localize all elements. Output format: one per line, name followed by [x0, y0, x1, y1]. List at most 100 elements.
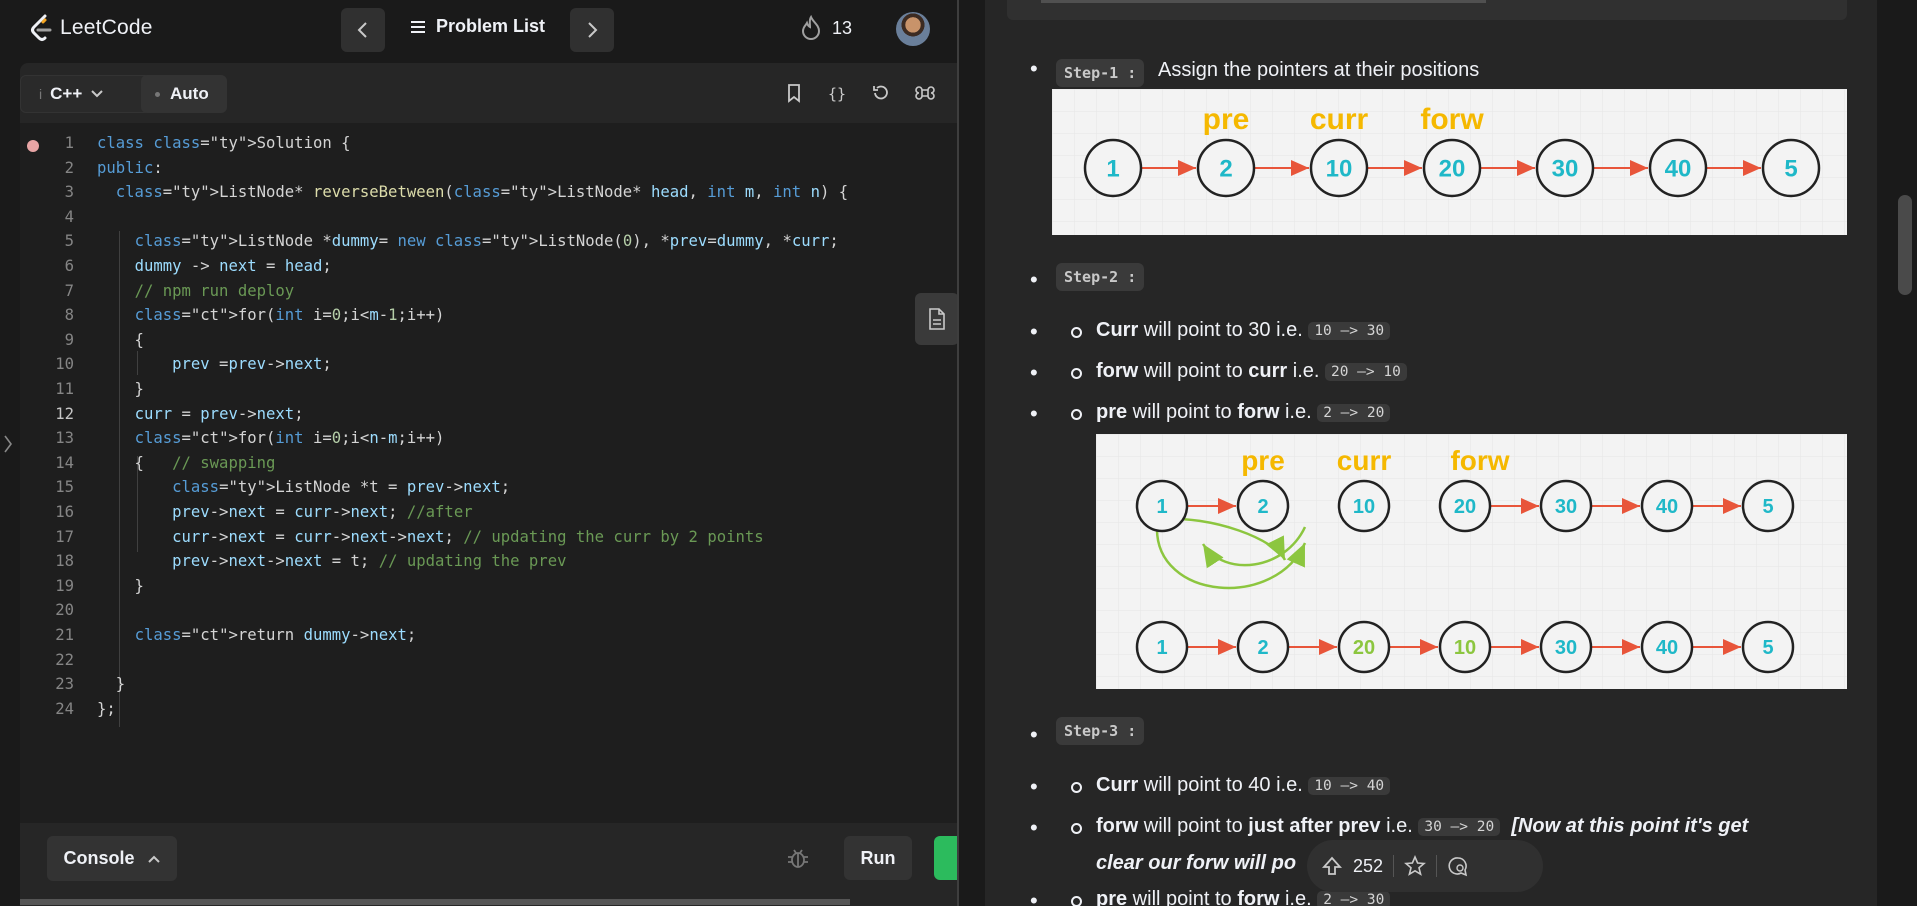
streak-count: 13 [832, 17, 853, 38]
upvote-icon [1321, 856, 1343, 875]
line-number: 7 [64, 281, 74, 300]
line-number: 24 [55, 699, 74, 718]
code-line[interactable]: 14 { // swapping [20, 451, 957, 475]
sub-bullet [1071, 327, 1082, 338]
console-toggle-button[interactable]: Console [47, 836, 177, 881]
code-area[interactable]: 1 class class="ty">Solution {2 public: 3 cl… [20, 123, 957, 823]
code-line[interactable]: 10 prev =prev->next; [20, 352, 957, 376]
bookmark-button[interactable] [782, 81, 806, 105]
vote-count: 252 [1353, 855, 1384, 876]
step-2-item-2: forw will point to curr i.e. 20 —> 10 [1096, 360, 1407, 383]
step-2-tag: Step-2 : [1056, 263, 1145, 291]
line-number: 17 [55, 527, 74, 546]
diagram-1-node-label: 40 [1665, 156, 1692, 183]
diagram-2-pointer-label: curr [1337, 445, 1392, 476]
bug-icon [788, 849, 808, 868]
code-text: curr = prev->next; [134, 404, 304, 423]
prev-problem-button[interactable] [341, 8, 385, 52]
code-text: // npm run deploy [134, 281, 295, 300]
diagram-2-row-2-node: 30 [1539, 620, 1593, 674]
code-text: dummy -> next = head; [134, 257, 332, 275]
code-line[interactable]: 9 { [20, 328, 957, 352]
sub-bullet [1071, 368, 1082, 379]
scrollbar-thumb[interactable] [1898, 195, 1912, 295]
upvote-button[interactable] [1321, 855, 1343, 877]
code-line[interactable]: 24}; [20, 697, 957, 721]
flame-icon [801, 15, 821, 40]
code-line[interactable]: 3 class="ty">ListNode* reverseBetween(cl… [20, 180, 957, 204]
line-number: 9 [64, 330, 74, 349]
line-number: 15 [55, 478, 74, 497]
prev-content-block [1007, 0, 1847, 20]
code-line[interactable]: 15 class="ty">ListNode *t = prev->next; [20, 475, 957, 499]
run-button[interactable]: Run [844, 836, 912, 880]
code-line[interactable]: 4 [20, 205, 957, 229]
line-number: 18 [55, 552, 74, 571]
expand-left-panel-button[interactable] [3, 434, 13, 459]
diagram-step-1: 1 2 10 20 30 40 5 pre curr forw [1052, 89, 1847, 235]
next-problem-button[interactable] [570, 8, 614, 52]
code-line[interactable]: 12 curr = prev->next; [20, 402, 957, 426]
streak-counter[interactable]: 13 [800, 15, 852, 41]
file-side-tab[interactable] [915, 293, 957, 345]
scroll-bar-remnant [1041, 0, 1486, 3]
code-line[interactable]: 11 } [20, 377, 957, 401]
diagram-2-row-2-node-label: 40 [1656, 637, 1678, 659]
reset-code-button[interactable] [869, 81, 893, 105]
code-text: prev->next->next = t; // updating the pr… [172, 552, 567, 571]
shortcuts-button[interactable] [913, 81, 937, 105]
code-line[interactable]: 20 [20, 598, 957, 622]
line-number: 8 [64, 306, 74, 325]
language-selector[interactable]: i C++ [20, 75, 157, 113]
auto-mode-button[interactable]: Auto [141, 75, 227, 113]
diagram-2-row-1-node: 30 [1539, 479, 1593, 533]
line-number: 10 [55, 355, 74, 374]
separator [1436, 855, 1438, 877]
code-line[interactable]: 13 class="ct">for(int i=0;i<n-m;i++) [20, 426, 957, 450]
code-line[interactable]: 8 class="ct">for(int i=0;i<m-1;i++) [20, 303, 957, 327]
braces-icon: {} [828, 85, 846, 103]
code-line[interactable]: 16 prev->next = curr->next; //after [20, 500, 957, 524]
code-line[interactable]: 2 public: [20, 156, 957, 180]
scrollbar-thumb[interactable] [20, 899, 850, 905]
diagram-1-node: 20 [1422, 138, 1482, 198]
diagram-1-node-label: 1 [1106, 156, 1119, 183]
favorite-button[interactable] [1404, 855, 1427, 877]
bullet: • [1030, 267, 1038, 292]
dot-icon [155, 91, 160, 97]
line-number: 23 [55, 675, 74, 694]
leetcode-logo-icon [31, 14, 52, 41]
diagram-2-row-1-node: 10 [1337, 479, 1391, 533]
code-line[interactable]: 1 class class="ty">Solution { [20, 131, 957, 155]
code-line[interactable]: 6 dummy -> next = head; [20, 254, 957, 278]
bookmark-icon [788, 84, 800, 103]
code-line[interactable]: 5 class="ty">ListNode *dummy= new class=… [20, 229, 957, 253]
code-line[interactable]: 23 } [20, 672, 957, 696]
line-number: 6 [64, 257, 74, 275]
code-line[interactable]: 22 [20, 648, 957, 672]
bullet: • [1030, 360, 1038, 385]
diagram-2-row-2-node-label: 20 [1353, 637, 1375, 659]
code-line[interactable]: 21 class="ct">return dummy->next; [20, 623, 957, 647]
avatar[interactable] [896, 12, 930, 46]
chevron-left-icon [357, 22, 367, 38]
submit-button[interactable] [934, 836, 957, 880]
problem-list-button[interactable]: Problem List [410, 16, 545, 37]
star-icon [1404, 855, 1427, 876]
leetcode-logo[interactable]: LeetCode [28, 13, 153, 43]
line-number: 3 [64, 183, 74, 202]
format-code-button[interactable]: {} [825, 81, 849, 105]
debug-button[interactable] [786, 846, 810, 875]
diagram-2-row-2-node-label: 30 [1555, 637, 1577, 659]
diagram-2-row-1-node-label: 30 [1555, 496, 1577, 518]
horizontal-scrollbar[interactable] [20, 897, 940, 906]
diagram-1-node: 10 [1309, 138, 1369, 198]
vertical-scrollbar[interactable] [1893, 0, 1917, 906]
sub-bullet [1071, 409, 1082, 420]
diagram-2-row-1-node-label: 1 [1156, 496, 1167, 518]
code-line[interactable]: 18 prev->next->next = t; // updating the… [20, 549, 957, 573]
code-line[interactable]: 19 } [20, 574, 957, 598]
code-line[interactable]: 7 // npm run deploy [20, 279, 957, 303]
comments-button[interactable] [1447, 855, 1469, 877]
code-line[interactable]: 17 curr->next = curr->next->next; // upd… [20, 525, 957, 549]
